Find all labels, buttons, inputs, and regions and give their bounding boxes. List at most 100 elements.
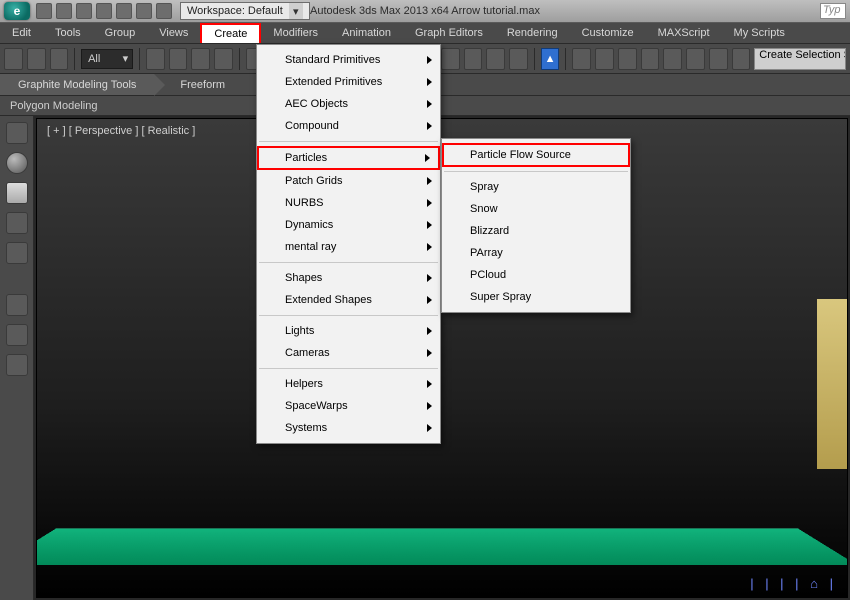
menu-create[interactable]: Create	[200, 23, 261, 43]
link-icon[interactable]	[4, 48, 23, 70]
named-selection-icon[interactable]: ▲	[541, 48, 560, 70]
qat-undo-icon[interactable]	[96, 3, 112, 19]
dock-camera-icon[interactable]	[6, 122, 28, 144]
qat-new-icon[interactable]	[36, 3, 52, 19]
menu-animation[interactable]: Animation	[330, 23, 403, 43]
menu-my-scripts[interactable]: My Scripts	[722, 23, 797, 43]
align-icon[interactable]	[595, 48, 614, 70]
dock-brush-icon[interactable]	[6, 212, 28, 234]
create-menu-item-helpers[interactable]: Helpers	[257, 373, 440, 395]
menu-rendering[interactable]: Rendering	[495, 23, 570, 43]
create-menu-item-particles[interactable]: Particles	[257, 146, 440, 170]
render-frame-icon[interactable]	[732, 48, 751, 70]
anglesnap-icon[interactable]	[464, 48, 483, 70]
main-menubar: EditToolsGroupViewsCreateModifiersAnimat…	[0, 22, 850, 44]
ribbon-tab-freeform[interactable]: Freeform	[154, 74, 243, 95]
menu-customize[interactable]: Customize	[570, 23, 646, 43]
menu-views[interactable]: Views	[147, 23, 200, 43]
create-menu-item-extended-shapes[interactable]: Extended Shapes	[257, 289, 440, 311]
create-menu-item-mental-ray[interactable]: mental ray	[257, 236, 440, 258]
particles-menu-item-super-spray[interactable]: Super Spray	[442, 286, 630, 308]
selection-filter-dropdown[interactable]: All	[81, 49, 133, 69]
particles-menu-item-blizzard[interactable]: Blizzard	[442, 220, 630, 242]
selection-filter-label: All	[88, 53, 100, 65]
create-menu-item-systems[interactable]: Systems	[257, 417, 440, 439]
quick-access-toolbar	[36, 3, 172, 19]
create-menu-item-cameras[interactable]: Cameras	[257, 342, 440, 364]
toolbar-separator	[565, 48, 566, 70]
app-logo[interactable]: e	[4, 2, 30, 20]
particles-menu-item-snow[interactable]: Snow	[442, 198, 630, 220]
menu-separator	[259, 315, 438, 316]
create-menu: Standard PrimitivesExtended PrimitivesAE…	[256, 44, 441, 444]
qat-more-icon[interactable]	[156, 3, 172, 19]
select-region-icon[interactable]	[191, 48, 210, 70]
viewport-label[interactable]: [ + ] [ Perspective ] [ Realistic ]	[47, 125, 195, 137]
create-menu-item-lights[interactable]: Lights	[257, 320, 440, 342]
create-menu-item-aec-objects[interactable]: AEC Objects	[257, 93, 440, 115]
create-menu-item-dynamics[interactable]: Dynamics	[257, 214, 440, 236]
left-dock	[0, 116, 34, 600]
toolbar-separator	[239, 48, 240, 70]
chevron-down-icon[interactable]: ▾	[289, 3, 303, 19]
particles-menu-item-particle-flow-source[interactable]: Particle Flow Source	[442, 143, 630, 167]
workspace-selector[interactable]: Workspace: Default ▾	[180, 2, 310, 20]
qat-open-icon[interactable]	[56, 3, 72, 19]
scene-ground-plane[interactable]	[36, 529, 848, 565]
mirror-icon[interactable]	[572, 48, 591, 70]
title-bar: e Workspace: Default ▾ Autodesk 3ds Max …	[0, 0, 850, 22]
menu-maxscript[interactable]: MAXScript	[646, 23, 722, 43]
menu-modifiers[interactable]: Modifiers	[261, 23, 330, 43]
unlink-icon[interactable]	[27, 48, 46, 70]
dock-record-icon[interactable]	[6, 354, 28, 376]
qat-save-icon[interactable]	[76, 3, 92, 19]
menu-group[interactable]: Group	[93, 23, 148, 43]
scene-box-object[interactable]	[817, 299, 848, 469]
select-icon[interactable]	[146, 48, 165, 70]
create-menu-item-spacewarps[interactable]: SpaceWarps	[257, 395, 440, 417]
dock-sphere-icon[interactable]	[6, 152, 28, 174]
create-menu-item-shapes[interactable]: Shapes	[257, 267, 440, 289]
toolbar-separator	[534, 48, 535, 70]
dock-play-icon[interactable]	[6, 324, 28, 346]
create-menu-item-nurbs[interactable]: NURBS	[257, 192, 440, 214]
toolbar-separator	[74, 48, 75, 70]
particles-menu-item-pcloud[interactable]: PCloud	[442, 264, 630, 286]
workspace-label: Workspace: Default	[187, 5, 283, 17]
scene-tick-marks: | | | | ⌂ |	[750, 576, 837, 591]
curve-editor-icon[interactable]	[641, 48, 660, 70]
render-setup-icon[interactable]	[709, 48, 728, 70]
menu-graph-editors[interactable]: Graph Editors	[403, 23, 495, 43]
title-search-input[interactable]: Typ	[820, 3, 846, 19]
create-selection-set-button[interactable]: Create Selection Se	[754, 48, 846, 70]
select-name-icon[interactable]	[169, 48, 188, 70]
ribbon-tab-graphite[interactable]: Graphite Modeling Tools	[0, 74, 154, 95]
create-menu-item-compound[interactable]: Compound	[257, 115, 440, 137]
window-crossing-icon[interactable]	[214, 48, 233, 70]
create-menu-item-extended-primitives[interactable]: Extended Primitives	[257, 71, 440, 93]
menu-separator	[259, 368, 438, 369]
dock-fx-icon[interactable]	[6, 242, 28, 264]
percentsnap-icon[interactable]	[486, 48, 505, 70]
particles-menu-item-parray[interactable]: PArray	[442, 242, 630, 264]
qat-link-icon[interactable]	[136, 3, 152, 19]
schematic-icon[interactable]	[663, 48, 682, 70]
toolbar-separator	[139, 48, 140, 70]
menu-tools[interactable]: Tools	[43, 23, 93, 43]
snap-icon[interactable]	[441, 48, 460, 70]
particles-menu-item-spray[interactable]: Spray	[442, 176, 630, 198]
menu-separator	[259, 141, 438, 142]
menu-separator	[444, 171, 628, 172]
spinnersnap-icon[interactable]	[509, 48, 528, 70]
dock-sound-icon[interactable]	[6, 294, 28, 316]
create-menu-item-standard-primitives[interactable]: Standard Primitives	[257, 49, 440, 71]
dock-tshirt-icon[interactable]	[6, 182, 28, 204]
particles-submenu: Particle Flow Source SpraySnowBlizzardPAr…	[441, 138, 631, 313]
qat-redo-icon[interactable]	[116, 3, 132, 19]
bind-icon[interactable]	[50, 48, 69, 70]
layers-icon[interactable]	[618, 48, 637, 70]
menu-separator	[259, 262, 438, 263]
menu-edit[interactable]: Edit	[0, 23, 43, 43]
create-menu-item-patch-grids[interactable]: Patch Grids	[257, 170, 440, 192]
material-icon[interactable]	[686, 48, 705, 70]
